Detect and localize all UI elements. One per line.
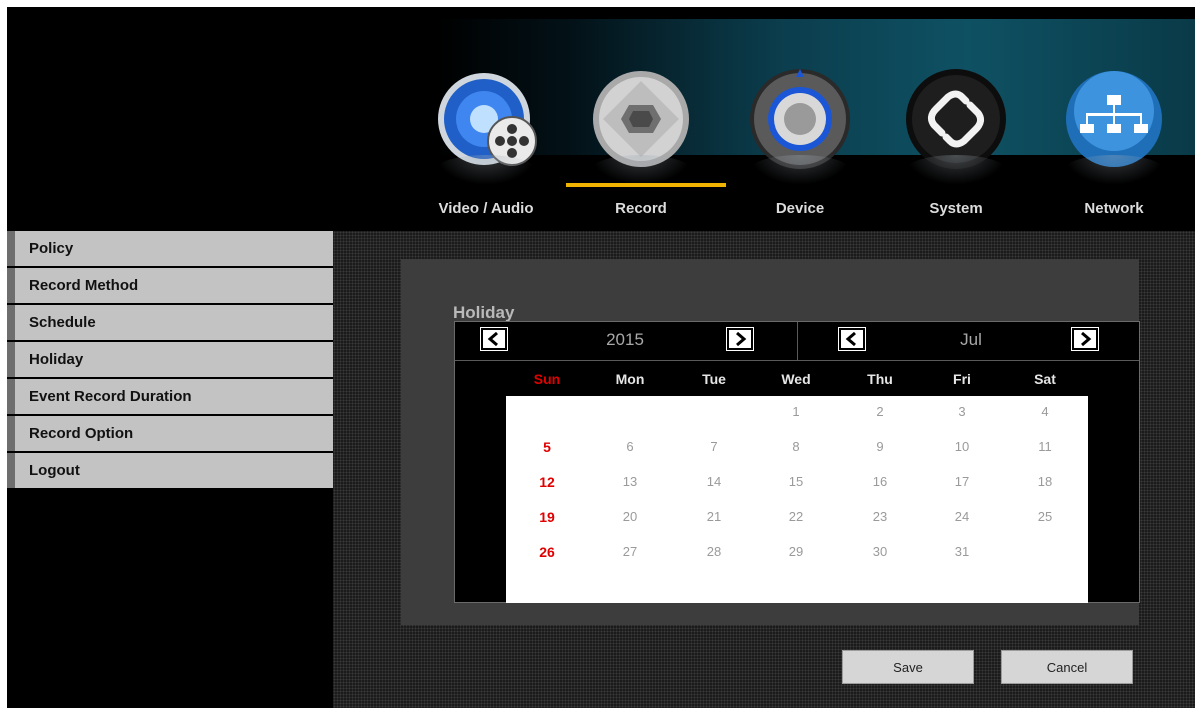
icon-reflection xyxy=(906,155,1006,185)
holiday-panel: Holiday 2015 Jul 1234 5 6 7 8 9 10 11 12… xyxy=(401,259,1140,625)
calendar-day[interactable]: 24 xyxy=(922,509,1002,524)
tab-network[interactable]: Network xyxy=(1039,67,1189,217)
weekday-label: Sun xyxy=(533,371,561,387)
chevron-left-icon xyxy=(487,332,498,346)
calendar-day[interactable]: 30 xyxy=(840,544,920,559)
calendar-day[interactable]: 7 xyxy=(674,439,754,454)
calendar-day[interactable]: 10 xyxy=(922,439,1002,454)
calendar-day[interactable]: 16 xyxy=(840,474,920,489)
calendar-day[interactable]: 3 xyxy=(922,404,1002,419)
calendar-day[interactable]: 23 xyxy=(840,509,920,524)
tab-record[interactable]: Record xyxy=(566,67,726,217)
calendar-grid: 1 2 3 4 5 6 7 8 9 10 11 12 13 14 15 16 17 18 19 20 21 22 23 24 2… xyxy=(506,396,1088,603)
tab-video-audio[interactable]: Video / Audio xyxy=(411,67,561,217)
tab-device[interactable]: Device xyxy=(725,67,875,217)
weekday-label: Thu xyxy=(867,371,893,387)
calendar-day[interactable]: 12 xyxy=(507,474,587,490)
sidebar-item-record-method[interactable]: Record Method xyxy=(7,268,333,303)
chevron-right-icon xyxy=(736,332,747,346)
content-area: Holiday 2015 Jul 1234 5 6 7 8 9 10 11 12… xyxy=(333,231,1195,708)
next-month-button[interactable] xyxy=(1072,328,1098,350)
calendar-day[interactable]: 28 xyxy=(674,544,754,559)
holiday-calendar: 2015 Jul 1 2 3 4 5 6 7 8 9 10 11 12 13 14 15 16 17 18 19 20… xyxy=(454,321,1140,603)
tab-label: System xyxy=(929,200,983,217)
icon-reflection xyxy=(1064,155,1164,185)
weekday-label: Tue xyxy=(702,371,726,387)
next-year-button[interactable] xyxy=(727,328,753,350)
app-frame: Video / Audio Record Device System Netwo… xyxy=(7,7,1195,708)
calendar-day[interactable]: 6 xyxy=(590,439,670,454)
prev-year-button[interactable] xyxy=(481,328,507,350)
month-value: Jul xyxy=(960,330,982,349)
calendar-day[interactable]: 25 xyxy=(1005,509,1085,524)
calendar-day[interactable]: 31 xyxy=(922,544,1002,559)
calendar-day[interactable]: 11 xyxy=(1005,439,1085,454)
icon-reflection xyxy=(436,155,536,185)
calendar-day[interactable]: 19 xyxy=(507,509,587,525)
calendar-day[interactable]: 8 xyxy=(756,439,836,454)
icon-reflection xyxy=(750,155,850,185)
calendar-header-rule xyxy=(455,360,1139,361)
sidebar-item-event-record-duration[interactable]: Event Record Duration xyxy=(7,379,333,414)
save-button[interactable]: Save xyxy=(842,650,974,684)
calendar-day[interactable]: 1 xyxy=(756,404,836,419)
tab-label: Video / Audio xyxy=(438,200,534,217)
calendar-day[interactable]: 29 xyxy=(756,544,836,559)
calendar-day[interactable]: 18 xyxy=(1005,474,1085,489)
calendar-divider xyxy=(797,322,798,360)
calendar-day[interactable]: 17 xyxy=(922,474,1002,489)
calendar-day[interactable]: 5 xyxy=(507,439,587,455)
calendar-day[interactable]: 20 xyxy=(590,509,670,524)
calendar-day[interactable]: 26 xyxy=(507,544,587,560)
weekday-label: Fri xyxy=(953,371,971,387)
chevron-left-icon xyxy=(845,332,856,346)
tab-system[interactable]: System xyxy=(881,67,1031,217)
tab-label: Record xyxy=(615,200,667,217)
sidebar-item-schedule[interactable]: Schedule xyxy=(7,305,333,340)
calendar-day[interactable]: 21 xyxy=(674,509,754,524)
sidebar-item-policy[interactable]: Policy xyxy=(7,231,333,266)
calendar-day[interactable]: 22 xyxy=(756,509,836,524)
calendar-day[interactable]: 9 xyxy=(840,439,920,454)
calendar-day[interactable]: 2 xyxy=(840,404,920,419)
chevron-right-icon xyxy=(1081,332,1092,346)
calendar-day[interactable]: 4 xyxy=(1005,404,1085,419)
weekday-label: Wed xyxy=(781,371,811,387)
cancel-button[interactable]: Cancel xyxy=(1001,650,1133,684)
calendar-day[interactable]: 14 xyxy=(674,474,754,489)
year-value: 2015 xyxy=(606,330,644,349)
sidebar-item-logout[interactable]: Logout xyxy=(7,453,333,488)
active-tab-indicator xyxy=(566,183,726,187)
icon-reflection xyxy=(591,155,691,185)
calendar-day[interactable]: 27 xyxy=(590,544,670,559)
calendar-day[interactable]: 15 xyxy=(756,474,836,489)
sidebar-item-record-option[interactable]: Record Option xyxy=(7,416,333,451)
tab-label: Device xyxy=(775,200,825,217)
weekday-label: Sat xyxy=(1034,371,1056,387)
prev-month-button[interactable] xyxy=(839,328,865,350)
sidebar-item-holiday[interactable]: Holiday xyxy=(7,342,333,377)
panel-title: Holiday xyxy=(453,303,515,322)
weekday-label: Mon xyxy=(615,371,645,387)
calendar-day[interactable]: 13 xyxy=(590,474,670,489)
tab-label: Network xyxy=(1084,200,1144,217)
sidebar-menu: Policy Record Method Schedule Holiday Ev… xyxy=(7,231,333,490)
